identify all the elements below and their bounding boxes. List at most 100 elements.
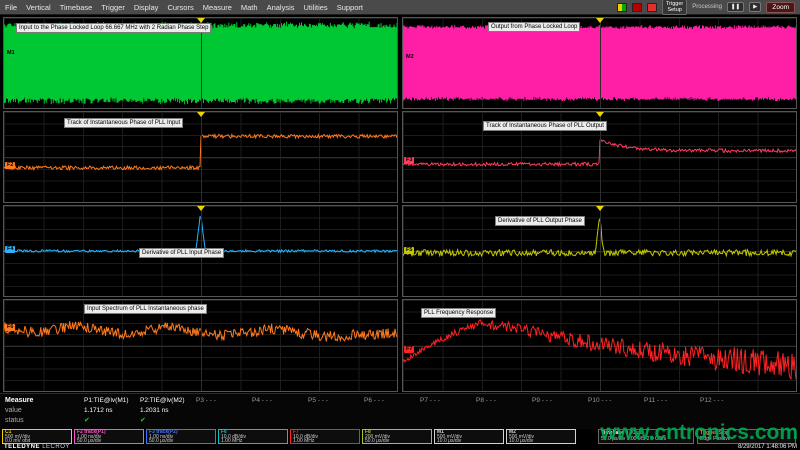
trigger-position-icon xyxy=(197,112,205,117)
menu-vertical[interactable]: Vertical xyxy=(26,3,51,12)
descriptor-line2: 1.00 MHz xyxy=(293,439,357,444)
measure-col-p7[interactable]: P7 - - - xyxy=(420,396,476,426)
measure-col-p3[interactable]: P3 - - - xyxy=(196,396,252,426)
acquisition-status-icon[interactable] xyxy=(617,3,627,12)
trigger-position-icon xyxy=(596,112,604,117)
descriptor-line2: 50.0 μs/div xyxy=(365,439,429,444)
channel-tag-m2: M2 xyxy=(404,54,416,61)
annotation-input-phase-spectrum[interactable]: Input Spectrum of PLL Instantaneous phas… xyxy=(84,304,207,314)
alarm-icon[interactable] xyxy=(632,3,642,12)
measure-param-name: P4 - - - xyxy=(252,396,308,406)
trigger-position-icon xyxy=(596,206,604,211)
annotation-output-phase-derivative[interactable]: Derivative of PLL Output Phase xyxy=(495,216,585,226)
descriptor-line2: 0.0 mV ofst xyxy=(5,439,69,444)
grid-pll-output-signal: M2 Output from Phase Locked Loop xyxy=(402,17,797,109)
brand-lecroy: LECROY xyxy=(42,444,70,450)
measure-col-p9[interactable]: P9 - - - xyxy=(532,396,588,426)
descriptor-m2[interactable]: M2500 mV/div10.0 μs/div xyxy=(506,429,576,444)
measure-param-name: P5 - - - xyxy=(308,396,364,406)
channel-tag-f7: F7 xyxy=(404,346,414,353)
waveform-trace xyxy=(4,321,397,341)
annotation-pll-output[interactable]: Output from Phase Locked Loop xyxy=(488,22,580,32)
annotation-output-phase-track[interactable]: Track of Instantaneous Phase of PLL Outp… xyxy=(483,121,607,131)
value-label: value xyxy=(5,406,33,416)
trigger-setup-button[interactable]: Trigger Setup xyxy=(662,0,687,15)
channel-tag-f3: F3 xyxy=(404,157,414,164)
waveform-trace xyxy=(4,135,397,170)
descriptor-f2[interactable]: F2 track(P1)1.00 ns/div50.0 μs/div xyxy=(74,429,144,444)
descriptor-line2: 50.0 μs/div xyxy=(77,439,141,444)
menu-analysis[interactable]: Analysis xyxy=(267,3,295,12)
play-button[interactable]: ▶ xyxy=(749,2,761,12)
grid-output-phase-track: F3 Track of Instantaneous Phase of PLL O… xyxy=(402,111,797,203)
menu-file[interactable]: File xyxy=(5,3,17,12)
annotation-input-phase-derivative[interactable]: Derivative of PLL Input Phase xyxy=(139,248,224,258)
grid-input-phase-track: F2 Track of Instantaneous Phase of PLL I… xyxy=(3,111,398,203)
waveform-output-phase-derivative xyxy=(403,206,796,296)
waveform-trace xyxy=(403,219,796,256)
measure-param-name: P8 - - - xyxy=(476,396,532,406)
measure-param-name: P1:TIE@lv(M1) xyxy=(84,396,140,406)
brand-logo: TELEDYNE LECROY xyxy=(4,444,70,450)
brand-teledyne: TELEDYNE xyxy=(4,444,40,450)
grid-pll-input-signal: M1 Input to the Phase Locked Loop 66.667… xyxy=(3,17,398,109)
waveform-trace xyxy=(403,320,796,379)
zoom-button[interactable]: Zoom xyxy=(766,2,795,13)
descriptor-f6[interactable]: F610.0 dB/div1.00 MHz xyxy=(218,429,288,444)
waveform-trace xyxy=(4,22,397,105)
measure-col-p6[interactable]: P6 - - - xyxy=(364,396,420,426)
measure-param-name: P7 - - - xyxy=(420,396,476,406)
trigger-position-icon xyxy=(197,206,205,211)
measure-col-p1[interactable]: P1:TIE@lv(M1)1.1712 ns✔ xyxy=(84,396,140,426)
descriptor-f7[interactable]: F710.0 dB/div1.00 MHz xyxy=(290,429,360,444)
descriptor-m1[interactable]: M1500 mV/div10.0 μs/div xyxy=(434,429,504,444)
grid-output-phase-derivative: F5 Derivative of PLL Output Phase xyxy=(402,205,797,297)
menu-trigger[interactable]: Trigger xyxy=(101,3,124,12)
menu-right-cluster: Trigger Setup Processing ❚❚ ▶ Zoom xyxy=(617,0,795,15)
descriptor-c1[interactable]: C1500 mV/div0.0 mV ofst xyxy=(2,429,72,444)
oscilloscope-screen: File Vertical Timebase Trigger Display Cursor… xyxy=(0,0,800,450)
measure-param-name: P6 - - - xyxy=(364,396,420,406)
descriptor-f8[interactable]: F8200 mV/div50.0 μs/div xyxy=(362,429,432,444)
descriptor-line2: 10.0 μs/div xyxy=(437,439,501,444)
descriptor-line2: 1.00 MHz xyxy=(221,439,285,444)
menu-math[interactable]: Math xyxy=(241,3,258,12)
measure-param-status: ✔ xyxy=(140,416,196,426)
channel-tag-m1: M1 xyxy=(5,50,17,57)
measure-col-p2[interactable]: P2:TIE@lv(M2)1.2031 ns✔ xyxy=(140,396,196,426)
measure-col-p4[interactable]: P4 - - - xyxy=(252,396,308,426)
channel-tag-f6: F6 xyxy=(5,324,15,331)
channel-tag-f5: F5 xyxy=(404,247,414,254)
waveform-trace xyxy=(4,217,397,253)
menu-cursors[interactable]: Cursors xyxy=(167,3,193,12)
pause-button[interactable]: ❚❚ xyxy=(727,2,744,12)
descriptor-f3[interactable]: F3 track(P2)1.00 ns/div50.0 μs/div xyxy=(146,429,216,444)
processing-label: Processing xyxy=(692,4,722,10)
trigger-position-icon xyxy=(596,18,604,23)
measure-col-p8[interactable]: P8 - - - xyxy=(476,396,532,426)
menu-support[interactable]: Support xyxy=(337,3,363,12)
menu-timebase[interactable]: Timebase xyxy=(60,3,93,12)
channel-tag-f4: F4 xyxy=(5,246,15,253)
annotation-input-phase-track[interactable]: Track of Instantaneous Phase of PLL Inpu… xyxy=(64,118,183,128)
annotation-pll-input[interactable]: Input to the Phase Locked Loop 66.667 MH… xyxy=(16,23,211,33)
menu-items: File Vertical Timebase Trigger Display Cursor… xyxy=(5,3,363,12)
measure-col-p5[interactable]: P5 - - - xyxy=(308,396,364,426)
alert-icon[interactable] xyxy=(647,3,657,12)
menu-bar: File Vertical Timebase Trigger Display Cursor… xyxy=(0,0,800,15)
measure-param-name: P11 - - - xyxy=(644,396,700,406)
grid-input-phase-derivative: F4 Derivative of PLL Input Phase xyxy=(3,205,398,297)
waveform-pll-output xyxy=(403,18,796,108)
measure-param-name: P12 - - - xyxy=(700,396,756,406)
grid-frequency-response: F7 PLL Frequency Response xyxy=(402,299,797,392)
measure-param-value: 1.2031 ns xyxy=(140,406,196,416)
waveform-input-phase-track xyxy=(4,112,397,202)
menu-display[interactable]: Display xyxy=(134,3,159,12)
menu-measure[interactable]: Measure xyxy=(203,3,232,12)
annotation-frequency-response[interactable]: PLL Frequency Response xyxy=(421,308,496,318)
menu-utilities[interactable]: Utilities xyxy=(304,3,328,12)
measure-label: Measure xyxy=(5,396,33,406)
descriptor-line2: 10.0 μs/div xyxy=(509,439,573,444)
status-label: status xyxy=(5,416,33,426)
descriptor-row: C1500 mV/div0.0 mV ofstF2 track(P1)1.00 … xyxy=(2,429,576,444)
